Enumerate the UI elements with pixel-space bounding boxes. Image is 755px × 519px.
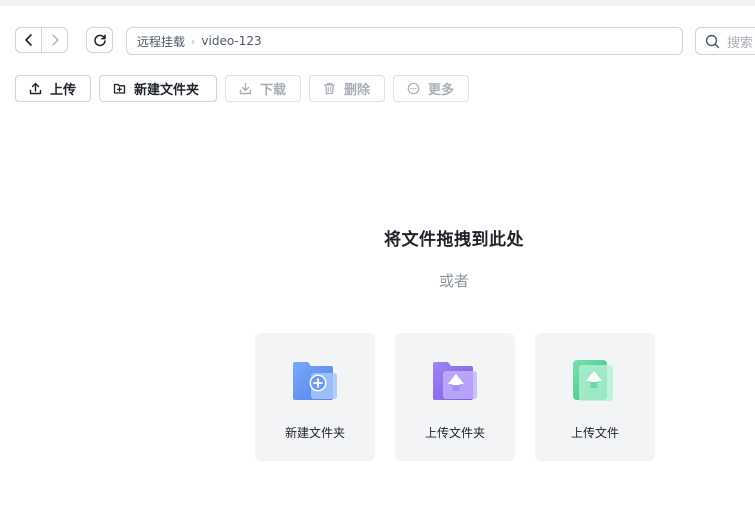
more-label: 更多 [428,83,455,98]
new-folder-icon [293,362,337,400]
new-folder-card[interactable]: 新建文件夹 [255,333,375,461]
search-icon [705,34,720,48]
forward-button[interactable] [41,28,67,52]
delete-label: 删除 [344,83,371,98]
new-folder-icon [113,83,126,94]
refresh-icon [93,34,106,47]
download-icon [239,82,252,95]
new-folder-button[interactable]: 新建文件夹 [99,75,217,102]
breadcrumb-item-root[interactable]: 远程挂载 [137,33,185,50]
download-label: 下载 [260,83,287,98]
breadcrumb-separator-icon: › [191,34,196,48]
search-input[interactable]: 搜索 [695,27,755,55]
chevron-right-icon [51,34,59,46]
dropzone-or: 或者 [438,272,469,290]
refresh-button[interactable] [86,27,113,53]
download-button[interactable]: 下载 [225,75,301,102]
dropzone-actions: 新建文件夹 上传文件夹 上传文件 [255,333,655,461]
top-strip [0,0,755,6]
upload-folder-icon [433,362,477,400]
more-button[interactable]: 更多 [393,75,469,102]
upload-label: 上传 [50,83,77,98]
new-folder-label: 新建文件夹 [134,83,200,98]
upload-folder-card[interactable]: 上传文件夹 [395,333,515,461]
breadcrumb-item-current: video-123 [201,34,262,48]
search-placeholder: 搜索 [727,35,754,51]
trash-icon [323,82,336,95]
more-icon [407,82,420,95]
breadcrumb: 远程挂载 › video-123 [126,27,683,55]
upload-icon [29,82,42,95]
upload-folder-card-label: 上传文件夹 [424,426,485,440]
delete-button[interactable]: 删除 [309,75,385,102]
upload-file-card[interactable]: 上传文件 [535,333,655,461]
chevron-left-icon [24,34,32,46]
upload-file-card-label: 上传文件 [570,426,619,440]
back-button[interactable] [16,28,41,52]
upload-button[interactable]: 上传 [15,75,91,102]
dropzone-title: 将文件拖拽到此处 [384,230,524,250]
history-nav [15,27,68,53]
new-folder-card-label: 新建文件夹 [284,426,345,440]
upload-file-icon [573,360,613,401]
toolbar: 上传 新建文件夹 下载 删除 更多 [15,75,469,102]
